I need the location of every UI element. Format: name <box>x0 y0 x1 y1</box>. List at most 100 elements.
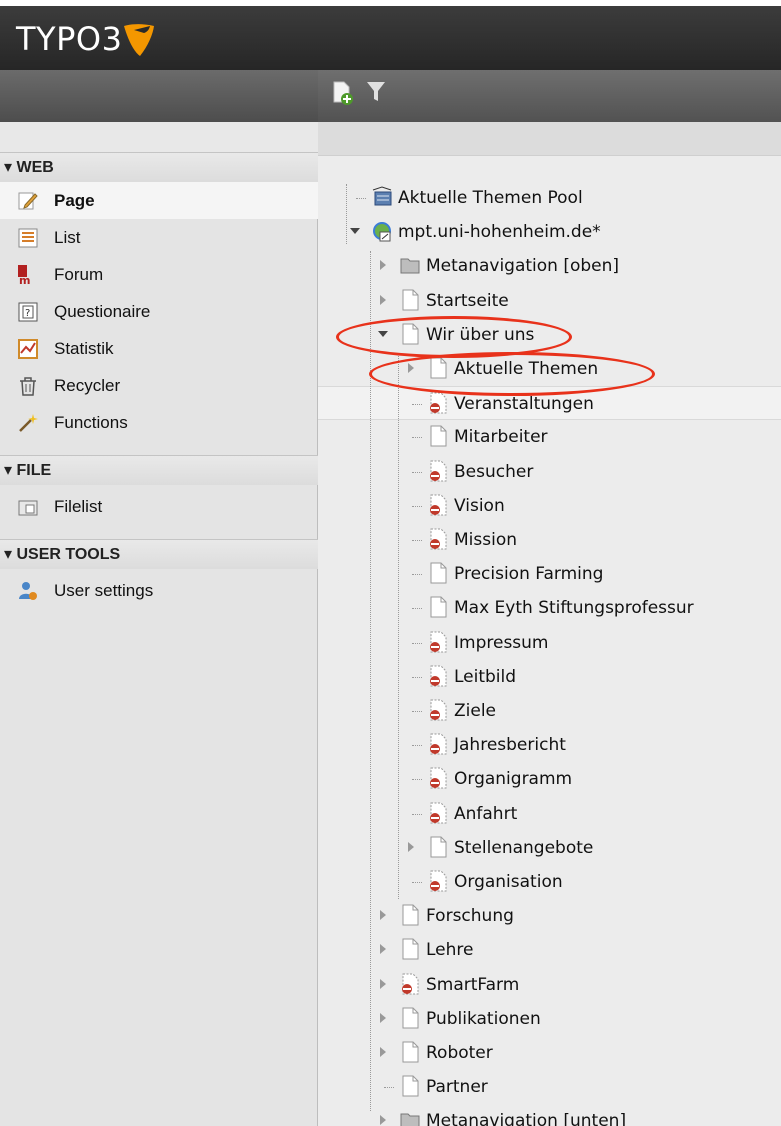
module-statistik[interactable]: Statistik <box>0 330 318 367</box>
hidden-page-icon[interactable] <box>428 870 448 892</box>
expand-toggle-icon[interactable] <box>380 1013 386 1023</box>
module-group-web[interactable]: ▾ WEB <box>0 152 318 182</box>
tree-node[interactable]: Metanavigation [oben] <box>318 249 781 283</box>
expand-toggle-icon[interactable] <box>380 944 386 954</box>
expand-toggle-icon[interactable] <box>380 295 386 305</box>
tree-node[interactable]: Vision <box>318 489 781 523</box>
tree-node[interactable]: Lehre <box>318 933 781 967</box>
page-icon[interactable] <box>400 938 420 960</box>
tree-node-label[interactable]: SmartFarm <box>426 975 519 995</box>
filter-icon[interactable] <box>366 80 386 104</box>
globe-icon[interactable] <box>372 220 392 242</box>
tree-node[interactable]: Forschung <box>318 899 781 933</box>
page-icon[interactable] <box>400 1007 420 1029</box>
module-filelist[interactable]: Filelist <box>0 488 318 525</box>
tree-node[interactable]: Jahresbericht <box>318 728 781 762</box>
tree-node-label[interactable]: Aktuelle Themen <box>454 359 598 379</box>
expand-toggle-icon[interactable] <box>380 1047 386 1057</box>
module-forum[interactable]: m Forum <box>0 256 318 293</box>
hidden-page-icon[interactable] <box>428 631 448 653</box>
folder-icon[interactable] <box>400 1109 420 1126</box>
tree-node-label[interactable]: Partner <box>426 1077 488 1097</box>
tree-node-label[interactable]: Ziele <box>454 701 496 721</box>
tree-node-label[interactable]: Metanavigation [unten] <box>426 1111 626 1126</box>
tree-node[interactable]: Organisation <box>318 865 781 899</box>
page-icon[interactable] <box>400 323 420 345</box>
tree-node[interactable]: Aktuelle Themen Pool <box>318 181 781 215</box>
folder-icon[interactable] <box>400 254 420 276</box>
new-page-icon[interactable] <box>332 80 354 106</box>
hidden-page-icon[interactable] <box>428 528 448 550</box>
expand-toggle-icon[interactable] <box>408 842 414 852</box>
page-icon[interactable] <box>428 357 448 379</box>
tree-node-label[interactable]: mpt.uni-hohenheim.de* <box>398 222 601 242</box>
page-icon[interactable] <box>400 1075 420 1097</box>
tree-node[interactable]: Publikationen <box>318 1002 781 1036</box>
module-group-user-tools[interactable]: ▾ USER TOOLS <box>0 539 318 569</box>
expand-toggle-icon[interactable] <box>380 979 386 989</box>
tree-node-label[interactable]: Wir über uns <box>426 325 534 345</box>
tree-node-label[interactable]: Metanavigation [oben] <box>426 256 619 276</box>
tree-node[interactable]: Max Eyth Stiftungsprofessur <box>318 591 781 625</box>
hidden-page-icon[interactable] <box>428 665 448 687</box>
hidden-page-icon[interactable] <box>428 494 448 516</box>
tree-node-label[interactable]: Vision <box>454 496 505 516</box>
tree-node[interactable]: Besucher <box>318 455 781 489</box>
page-icon[interactable] <box>428 836 448 858</box>
tree-node-label[interactable]: Mission <box>454 530 517 550</box>
tree-node[interactable]: Leitbild <box>318 660 781 694</box>
tree-node[interactable]: Mitarbeiter <box>318 420 781 454</box>
tree-node[interactable]: Aktuelle Themen <box>318 352 781 386</box>
page-icon[interactable] <box>428 562 448 584</box>
tree-node[interactable]: Stellenangebote <box>318 831 781 865</box>
expand-toggle-icon[interactable] <box>380 1115 386 1125</box>
collapse-toggle-icon[interactable] <box>350 228 360 234</box>
tree-node[interactable]: Ziele <box>318 694 781 728</box>
tree-node[interactable]: Precision Farming <box>318 557 781 591</box>
module-page[interactable]: Page <box>0 182 318 219</box>
expand-toggle-icon[interactable] <box>408 363 414 373</box>
tree-node[interactable]: Partner <box>318 1070 781 1104</box>
tree-node[interactable]: Wir über uns <box>318 318 781 352</box>
tree-node[interactable]: Impressum <box>318 626 781 660</box>
tree-node-label[interactable]: Impressum <box>454 633 549 653</box>
hidden-page-icon[interactable] <box>428 392 448 414</box>
hidden-page-icon[interactable] <box>428 733 448 755</box>
tree-node[interactable]: Organigramm <box>318 762 781 796</box>
page-icon[interactable] <box>400 289 420 311</box>
module-group-file[interactable]: ▾ FILE <box>0 455 318 485</box>
tree-node[interactable]: Veranstaltungen <box>318 386 781 420</box>
tree-node-label[interactable]: Anfahrt <box>454 804 517 824</box>
tree-node[interactable]: mpt.uni-hohenheim.de* <box>318 215 781 249</box>
page-icon[interactable] <box>400 1041 420 1063</box>
tree-node-label[interactable]: Publikationen <box>426 1009 541 1029</box>
tree-node-label[interactable]: Stellenangebote <box>454 838 593 858</box>
module-user-settings[interactable]: User settings <box>0 572 318 609</box>
tree-node-label[interactable]: Leitbild <box>454 667 516 687</box>
tree-node[interactable]: Anfahrt <box>318 797 781 831</box>
module-list[interactable]: List <box>0 219 318 256</box>
tree-node-label[interactable]: Jahresbericht <box>454 735 566 755</box>
tree-node-label[interactable]: Roboter <box>426 1043 493 1063</box>
tree-node-label[interactable]: Organigramm <box>454 769 572 789</box>
pool-icon[interactable] <box>372 186 392 208</box>
tree-node[interactable]: Startseite <box>318 284 781 318</box>
tree-node-label[interactable]: Aktuelle Themen Pool <box>398 188 583 208</box>
tree-node[interactable]: Roboter <box>318 1036 781 1070</box>
hidden-page-icon[interactable] <box>428 767 448 789</box>
tree-node[interactable]: SmartFarm <box>318 968 781 1002</box>
module-questionaire[interactable]: ? Questionaire <box>0 293 318 330</box>
page-icon[interactable] <box>428 596 448 618</box>
module-functions[interactable]: Functions <box>0 404 318 441</box>
page-icon[interactable] <box>428 425 448 447</box>
hidden-page-icon[interactable] <box>428 802 448 824</box>
page-icon[interactable] <box>400 904 420 926</box>
tree-node-label[interactable]: Max Eyth Stiftungsprofessur <box>454 598 694 618</box>
expand-toggle-icon[interactable] <box>380 910 386 920</box>
tree-node-label[interactable]: Forschung <box>426 906 514 926</box>
hidden-page-icon[interactable] <box>428 460 448 482</box>
tree-node[interactable]: Metanavigation [unten] <box>318 1104 781 1126</box>
hidden-page-icon[interactable] <box>428 699 448 721</box>
tree-node-label[interactable]: Startseite <box>426 291 509 311</box>
tree-node[interactable]: Mission <box>318 523 781 557</box>
